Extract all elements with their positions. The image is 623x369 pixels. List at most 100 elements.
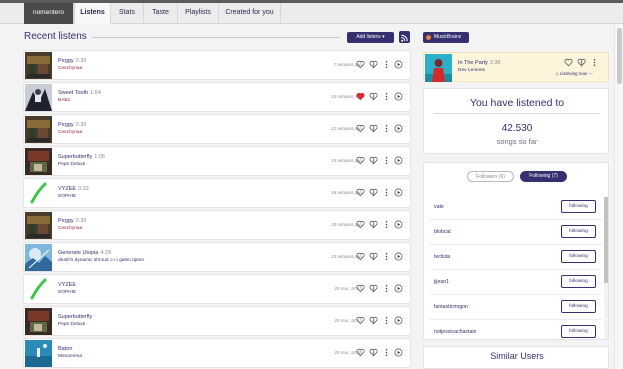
- follow-username[interactable]: teclista: [434, 254, 450, 260]
- album-cover[interactable]: [25, 308, 52, 335]
- album-cover[interactable]: [25, 340, 52, 367]
- following-button[interactable]: following: [561, 325, 596, 338]
- album-cover[interactable]: [25, 276, 52, 303]
- listen-card[interactable]: VYZEE SOPHIE 25 mar, 16:13: [23, 274, 411, 304]
- track-title[interactable]: Sweet Tooth 1:54: [58, 90, 101, 96]
- love-icon[interactable]: [356, 348, 365, 357]
- tab-taste[interactable]: Taste: [144, 3, 178, 24]
- album-cover[interactable]: [25, 244, 52, 271]
- hate-icon[interactable]: [369, 92, 378, 101]
- artist-name[interactable]: BABii: [58, 98, 70, 103]
- track-title[interactable]: Peggy 2:39: [58, 218, 86, 224]
- artist-name[interactable]: SOPHIE: [58, 194, 76, 199]
- artist-name[interactable]: Ceechynaa: [58, 66, 82, 71]
- hate-icon[interactable]: [369, 188, 378, 197]
- rss-button[interactable]: [399, 31, 410, 43]
- listen-card[interactable]: Superbutterfly Pepe Deluxé 25 mar, 16:12: [23, 306, 411, 336]
- listen-card[interactable]: Peggy 2:39 Ceechynaa 20 minutes ago: [23, 210, 411, 240]
- more-icon[interactable]: [382, 284, 391, 293]
- more-icon[interactable]: [382, 220, 391, 229]
- listen-card[interactable]: Peggy 2:39 Ceechynaa 7 minutes ago: [23, 50, 411, 80]
- follow-username[interactable]: fantasticmrgon: [434, 304, 468, 310]
- artist-name[interactable]: Menomena: [58, 354, 82, 359]
- now-playing-card[interactable]: In The Party 2:36 Dev Lemons ♫ Listening …: [423, 52, 609, 82]
- hate-icon[interactable]: [369, 124, 378, 133]
- more-icon[interactable]: [382, 188, 391, 197]
- artist-name[interactable]: Pepe Deluxé: [58, 162, 85, 167]
- artist-name[interactable]: SOPHIE: [58, 290, 76, 295]
- play-icon[interactable]: [394, 124, 403, 133]
- love-icon[interactable]: [356, 188, 365, 197]
- more-icon[interactable]: [382, 316, 391, 325]
- hate-icon[interactable]: [369, 284, 378, 293]
- listen-card[interactable]: Peggy 2:39 Ceechynaa 12 minutes ago: [23, 114, 411, 144]
- love-icon[interactable]: [356, 220, 365, 229]
- track-title[interactable]: Superbutterfly: [58, 314, 92, 320]
- hate-icon[interactable]: [577, 58, 586, 67]
- track-title[interactable]: VYZEE: [58, 282, 76, 288]
- album-cover[interactable]: [425, 54, 452, 82]
- follow-username[interactable]: jijean1: [434, 279, 449, 285]
- track-title[interactable]: VYZEE 3:22: [58, 186, 89, 192]
- play-icon[interactable]: [394, 92, 403, 101]
- track-title[interactable]: Peggy 2:39: [58, 122, 86, 128]
- followers-tab[interactable]: Followers (6): [467, 171, 514, 182]
- listen-card[interactable]: Sweet Tooth 1:54 BABii 10 minutes ago: [23, 82, 411, 112]
- following-button[interactable]: following: [561, 300, 596, 313]
- album-cover[interactable]: [25, 84, 52, 111]
- love-icon[interactable]: [356, 124, 365, 133]
- following-button[interactable]: following: [561, 225, 596, 238]
- love-icon[interactable]: [356, 156, 365, 165]
- album-cover[interactable]: [25, 212, 52, 239]
- more-icon[interactable]: [382, 92, 391, 101]
- artist-name[interactable]: Ceechynaa: [58, 130, 82, 135]
- follow-scrollbar[interactable]: [604, 197, 608, 339]
- play-icon[interactable]: [394, 220, 403, 229]
- following-tab[interactable]: Following (7): [520, 171, 567, 182]
- now-playing-artist[interactable]: Dev Lemons: [458, 68, 485, 73]
- listen-card[interactable]: Generate Utopia 4:29 death's dynamic shro…: [23, 242, 411, 272]
- follow-username[interactable]: blobcat: [434, 229, 451, 235]
- album-cover[interactable]: [25, 148, 52, 175]
- track-title[interactable]: Superbutterfly 1:05: [58, 154, 105, 160]
- album-cover[interactable]: [25, 52, 52, 79]
- tab-playlists[interactable]: Playlists: [178, 3, 219, 24]
- love-icon[interactable]: [356, 316, 365, 325]
- tab-stats[interactable]: Stats: [111, 3, 144, 24]
- hate-icon[interactable]: [369, 220, 378, 229]
- artist-name[interactable]: death's dynamic shroud: [58, 258, 109, 263]
- more-icon[interactable]: [382, 156, 391, 165]
- more-icon[interactable]: [382, 60, 391, 69]
- track-title[interactable]: Baton: [58, 346, 72, 352]
- hate-icon[interactable]: [369, 348, 378, 357]
- add-listens-button[interactable]: Add listens ▾: [347, 32, 394, 43]
- love-icon[interactable]: [356, 252, 365, 261]
- artist-name[interactable]: Pepe Deluxé: [58, 322, 85, 327]
- track-title[interactable]: Generate Utopia 4:29: [58, 250, 111, 256]
- play-icon[interactable]: [394, 252, 403, 261]
- hate-icon[interactable]: [369, 60, 378, 69]
- hate-icon[interactable]: [369, 316, 378, 325]
- love-icon[interactable]: [564, 58, 573, 67]
- following-button[interactable]: following: [561, 200, 596, 213]
- tab-user[interactable]: nomentero: [24, 3, 74, 24]
- page-scrollbar-thumb[interactable]: [617, 28, 622, 84]
- play-icon[interactable]: [394, 316, 403, 325]
- artist-name[interactable]: Ceechynaa: [58, 226, 82, 231]
- tab-created-for-you[interactable]: Created for you: [219, 3, 281, 24]
- tab-listens[interactable]: Listens: [74, 3, 111, 24]
- album-cover[interactable]: [25, 116, 52, 143]
- follow-scrollbar-thumb[interactable]: [604, 197, 608, 283]
- love-icon[interactable]: [356, 92, 365, 101]
- play-icon[interactable]: [394, 284, 403, 293]
- track-title[interactable]: Peggy 2:39: [58, 58, 86, 64]
- play-icon[interactable]: [394, 188, 403, 197]
- play-icon[interactable]: [394, 60, 403, 69]
- musicbrainz-badge[interactable]: MusicBrainz: [423, 32, 469, 43]
- more-icon[interactable]: [382, 124, 391, 133]
- following-button[interactable]: following: [561, 275, 596, 288]
- love-icon[interactable]: [356, 60, 365, 69]
- following-button[interactable]: following: [561, 250, 596, 263]
- hate-icon[interactable]: [369, 252, 378, 261]
- play-icon[interactable]: [394, 348, 403, 357]
